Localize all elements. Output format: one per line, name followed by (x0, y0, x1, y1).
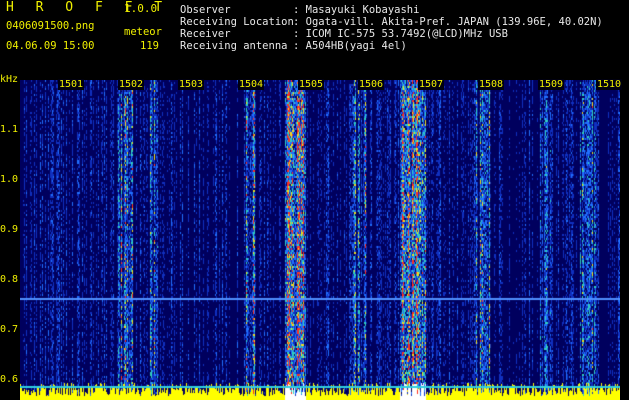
mode-count: 119 (140, 40, 159, 52)
y-axis-unit: kHz (0, 74, 19, 85)
mode-label: meteor (124, 26, 162, 38)
meta-antenna-label: Receiving antenna (180, 40, 288, 52)
meta-antenna-value: : A504HB(yagi 4el) (293, 40, 407, 52)
header: H R O F F T 1.0.0 0406091500.png 04.06.0… (0, 0, 629, 74)
y-tick-1.0: 1.0 (0, 174, 19, 185)
x-tick-1509: 1509 (538, 79, 565, 90)
meta-location-label: Receiving Location (180, 16, 294, 28)
x-tick-1506: 1506 (358, 79, 385, 90)
app-version: 1.0.0 (124, 2, 158, 15)
x-tick-1503: 1503 (178, 79, 205, 90)
spectrogram-canvas (20, 80, 620, 400)
x-tick-1501: 1501 (58, 79, 85, 90)
x-tick-1505: 1505 (298, 79, 325, 90)
y-tick-0.9: 0.9 (0, 224, 19, 235)
y-tick-0.8: 0.8 (0, 274, 19, 285)
y-tick-0.7: 0.7 (0, 324, 19, 335)
x-tick-1504: 1504 (238, 79, 265, 90)
meta-observer-label: Observer (180, 4, 231, 16)
x-tick-1510: 1510 (596, 79, 623, 90)
meta-location-value: : Ogata-vill. Akita-Pref. JAPAN (139.96E… (293, 16, 603, 28)
meta-observer-value: : Masayuki Kobayashi (293, 4, 420, 16)
x-tick-1502: 1502 (118, 79, 145, 90)
spectrogram (20, 80, 620, 400)
y-tick-0.6: 0.6 (0, 374, 19, 385)
file-datetime: 04.06.09 15:00 (6, 40, 95, 52)
x-tick-1507: 1507 (418, 79, 445, 90)
y-tick-1.1: 1.1 (0, 124, 19, 135)
meta-receiver-label: Receiver (180, 28, 231, 40)
x-tick-1508: 1508 (478, 79, 505, 90)
meta-receiver-value: : ICOM IC-575 53.7492(@LCD)MHz USB (293, 28, 508, 40)
file-name: 0406091500.png (6, 20, 95, 32)
